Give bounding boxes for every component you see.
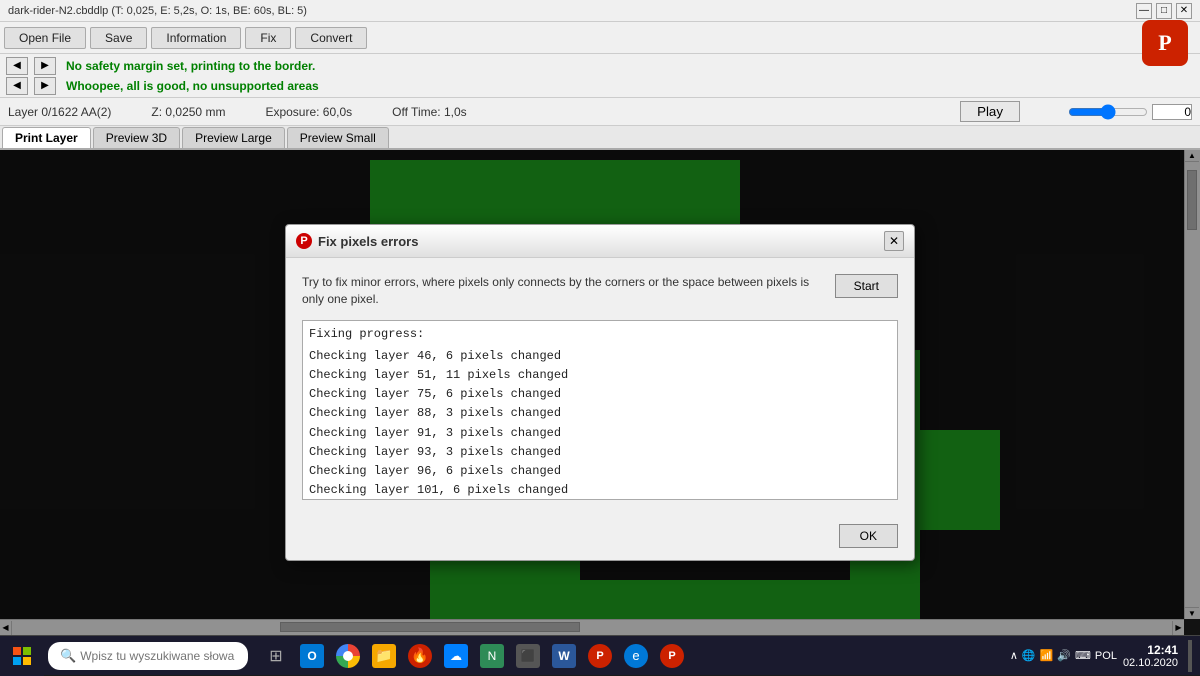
next-button[interactable]: ▶: [34, 57, 56, 75]
chevron-up-icon[interactable]: ∧: [1010, 649, 1018, 662]
taskbar-search[interactable]: 🔍: [48, 642, 248, 670]
app2-icon[interactable]: ☁: [440, 640, 472, 672]
progress-line: Checking layer 93, 3 pixels changed: [309, 443, 891, 462]
minimize-button[interactable]: —: [1136, 3, 1152, 19]
start-button[interactable]: Start: [835, 274, 898, 298]
progress-line: Checking layer 96, 6 pixels changed: [309, 462, 891, 481]
window-title: dark-rider-N2.cbddlp (T: 0,025, E: 5,2s,…: [8, 5, 307, 17]
save-button[interactable]: Save: [90, 27, 147, 49]
modal-footer: OK: [286, 516, 914, 560]
progress-line: Checking layer 51, 11 pixels changed: [309, 366, 891, 385]
z-label: Z: 0,0250 mm: [151, 105, 225, 119]
prev-button-2[interactable]: ◀: [6, 77, 28, 95]
modal-description: Try to fix minor errors, where pixels on…: [302, 274, 825, 308]
status-message: Whoopee, all is good, no unsupported are…: [66, 79, 319, 93]
clock[interactable]: 12:41 02.10.2020: [1123, 643, 1178, 669]
progress-line: Checking layer 101, 6 pixels changed: [309, 481, 891, 500]
play-button[interactable]: Play: [960, 101, 1020, 122]
info-row-1: ◀ ▶ No safety margin set, printing to th…: [0, 56, 1200, 76]
modal-title-bar: P Fix pixels errors ✕: [286, 225, 914, 258]
network-icon[interactable]: 🌐: [1022, 649, 1036, 662]
keyboard-icon[interactable]: ⌨: [1075, 649, 1091, 662]
layer-label: Layer 0/1622 AA(2): [8, 105, 111, 119]
taskbar-icons: ⊞ O 📁 🔥 ☁ N ⬛ W P e: [260, 640, 688, 672]
time-display: 12:41: [1123, 643, 1178, 657]
info-bar: ◀ ▶ No safety margin set, printing to th…: [0, 54, 1200, 98]
window-controls: — □ ✕: [1136, 3, 1192, 19]
app1-icon[interactable]: 🔥: [404, 640, 436, 672]
wifi-icon[interactable]: 📶: [1040, 649, 1054, 662]
tab-preview-large[interactable]: Preview Large: [182, 127, 285, 148]
progress-lines: Checking layer 46, 6 pixels changedCheck…: [309, 347, 891, 500]
modal-logo: P: [296, 233, 312, 249]
explorer-icon[interactable]: 📁: [368, 640, 400, 672]
app-logo-letter: P: [1158, 30, 1171, 56]
word-icon[interactable]: W: [548, 640, 580, 672]
slider-area: 0: [1068, 104, 1192, 120]
taskbar-right: ∧ 🌐 📶 🔊 ⌨ POL 12:41 02.10.2020: [1010, 640, 1200, 672]
app4-icon[interactable]: ⬛: [512, 640, 544, 672]
fix-pixels-modal: P Fix pixels errors ✕ Try to fix minor e…: [285, 224, 915, 561]
search-icon: 🔍: [60, 648, 76, 664]
task-view-icon[interactable]: ⊞: [260, 640, 292, 672]
search-input[interactable]: [80, 649, 236, 663]
modal-title: P Fix pixels errors: [296, 233, 418, 249]
chrome-icon[interactable]: [332, 640, 364, 672]
exposure-label: Exposure: 60,0s: [265, 105, 352, 119]
ok-button[interactable]: OK: [839, 524, 898, 548]
modal-overlay: P Fix pixels errors ✕ Try to fix minor e…: [0, 150, 1200, 635]
layer-info-bar: Layer 0/1622 AA(2) Z: 0,0250 mm Exposure…: [0, 98, 1200, 126]
taskbar: 🔍 ⊞ O 📁 🔥 ☁ N ⬛ W P: [0, 635, 1200, 675]
convert-button[interactable]: Convert: [295, 27, 367, 49]
tab-bar: Print Layer Preview 3D Preview Large Pre…: [0, 126, 1200, 150]
zoom-slider[interactable]: [1068, 104, 1148, 120]
next-button-2[interactable]: ▶: [34, 77, 56, 95]
progress-line: Checking layer 88, 3 pixels changed: [309, 404, 891, 423]
canvas-area: ▲ ▼ ◀ ▶ P Fix pixels errors ✕ Try to fix…: [0, 150, 1200, 635]
edge-icon[interactable]: e: [620, 640, 652, 672]
locale-label: POL: [1095, 650, 1117, 662]
show-desktop-icon[interactable]: [1188, 640, 1192, 672]
fix-button[interactable]: Fix: [245, 27, 291, 49]
progress-line: Checking layer 91, 3 pixels changed: [309, 424, 891, 443]
modal-close-button[interactable]: ✕: [884, 231, 904, 251]
sys-tray-icons: ∧ 🌐 📶 🔊 ⌨ POL: [1010, 649, 1117, 662]
volume-icon[interactable]: 🔊: [1057, 649, 1071, 662]
safety-message: No safety margin set, printing to the bo…: [66, 59, 315, 73]
tab-print-layer[interactable]: Print Layer: [2, 127, 91, 148]
progress-line: Checking layer 46, 6 pixels changed: [309, 347, 891, 366]
modal-desc-row: Try to fix minor errors, where pixels on…: [302, 274, 898, 308]
tab-preview-3d[interactable]: Preview 3D: [93, 127, 180, 148]
maximize-button[interactable]: □: [1156, 3, 1172, 19]
date-display: 02.10.2020: [1123, 657, 1178, 669]
app3-icon[interactable]: N: [476, 640, 508, 672]
windows-logo: [13, 647, 31, 665]
close-button[interactable]: ✕: [1176, 3, 1192, 19]
start-button[interactable]: [0, 636, 44, 676]
outlook-icon[interactable]: O: [296, 640, 328, 672]
tab-preview-small[interactable]: Preview Small: [287, 127, 389, 148]
zoom-input[interactable]: 0: [1152, 104, 1192, 120]
progress-title: Fixing progress:: [309, 327, 891, 341]
app6-icon[interactable]: P: [656, 640, 688, 672]
toolbar: Open File Save Information Fix Convert P: [0, 22, 1200, 54]
open-file-button[interactable]: Open File: [4, 27, 86, 49]
title-bar: dark-rider-N2.cbddlp (T: 0,025, E: 5,2s,…: [0, 0, 1200, 22]
app5-icon[interactable]: P: [584, 640, 616, 672]
modal-body: Try to fix minor errors, where pixels on…: [286, 258, 914, 516]
progress-line: Checking layer 75, 6 pixels changed: [309, 385, 891, 404]
off-time-label: Off Time: 1,0s: [392, 105, 466, 119]
info-row-2: ◀ ▶ Whoopee, all is good, no unsupported…: [0, 76, 1200, 96]
information-button[interactable]: Information: [151, 27, 241, 49]
progress-box[interactable]: Fixing progress: Checking layer 46, 6 pi…: [302, 320, 898, 500]
prev-button[interactable]: ◀: [6, 57, 28, 75]
